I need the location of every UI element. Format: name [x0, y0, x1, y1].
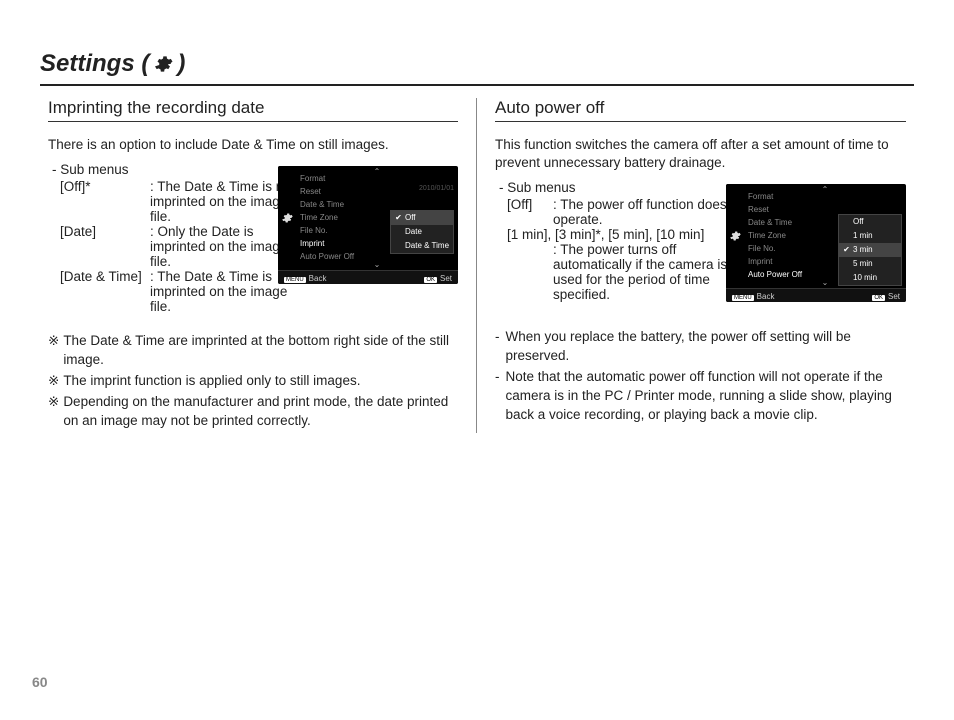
submenu-block-imprint: - Sub menus [Off]* : The Date & Time is …	[48, 162, 458, 314]
page-title-row: Settings ( )	[40, 50, 914, 86]
note-row: ※Depending on the manufacturer and print…	[48, 393, 458, 431]
note-row: ※The imprint function is applied only to…	[48, 372, 458, 391]
notes-list-right: -When you replace the battery, the power…	[495, 328, 906, 424]
def-term: [Off]	[507, 197, 553, 227]
lcd-option: Date & Time	[391, 239, 453, 253]
reference-mark-icon: ※	[48, 372, 59, 391]
ok-button-icon: OK	[872, 295, 885, 301]
lcd-screenshot-autopower: ⌃ Format Reset Date & Time Time Zone Fil…	[726, 184, 906, 302]
lcd-option: 5 min	[839, 257, 901, 271]
lcd-option: Off	[839, 215, 901, 229]
page-title-close: )	[177, 50, 185, 78]
section-heading-autopower: Auto power off	[495, 98, 906, 122]
lcd-option: 10 min	[839, 271, 901, 285]
intro-imprint: There is an option to include Date & Tim…	[48, 136, 458, 154]
check-icon: ✔	[842, 243, 851, 257]
column-right: Auto power off This function switches th…	[477, 98, 914, 433]
def-term: [Date]	[60, 224, 150, 269]
lcd-menu: ⌃ Format Reset Date & Time Time Zone Fil…	[744, 184, 906, 288]
gear-icon	[729, 230, 741, 242]
lcd-screenshot-imprint: ⌃ Format Reset Date & Time Time Zone Fil…	[278, 166, 458, 284]
note-row: -When you replace the battery, the power…	[495, 328, 906, 366]
lcd-popup-options: Off 1 min ✔3 min 5 min 10 min	[838, 214, 902, 286]
dash-icon: -	[495, 328, 500, 366]
lcd-bottom-bar: MENUBack OKSet	[278, 270, 458, 284]
def-term: [Date & Time]	[60, 269, 150, 314]
reference-mark-icon: ※	[48, 393, 59, 431]
chevron-down-icon: ⌄	[822, 278, 829, 287]
lcd-bottom-bar: MENUBack OKSet	[726, 288, 906, 302]
def-term: [Off]*	[60, 179, 150, 224]
dash-icon: -	[495, 368, 500, 425]
lcd-option: ✔3 min	[839, 243, 901, 257]
lcd-menu: ⌃ Format Reset Date & Time Time Zone Fil…	[296, 166, 458, 270]
page-title: Settings (	[40, 50, 149, 78]
intro-autopower: This function switches the camera off af…	[495, 136, 906, 172]
submenu-block-autopower: - Sub menus [Off] : The power off functi…	[495, 180, 906, 310]
check-icon: ✔	[394, 211, 403, 225]
ok-button-icon: OK	[424, 277, 437, 283]
chevron-up-icon: ⌃	[374, 167, 381, 176]
notes-list-left: ※The Date & Time are imprinted at the bo…	[48, 332, 458, 430]
section-heading-imprint: Imprinting the recording date	[48, 98, 458, 122]
lcd-popup-options: ✔Off Date Date & Time	[390, 210, 454, 254]
reference-mark-icon: ※	[48, 332, 59, 370]
gear-icon	[281, 212, 293, 224]
gear-icon	[153, 54, 173, 74]
page-number: 60	[32, 674, 48, 690]
column-left: Imprinting the recording date There is a…	[40, 98, 477, 433]
chevron-down-icon: ⌄	[374, 260, 381, 269]
lcd-option: ✔Off	[391, 211, 453, 225]
menu-button-icon: MENU	[284, 277, 306, 283]
note-row: ※The Date & Time are imprinted at the bo…	[48, 332, 458, 370]
lcd-option: Date	[391, 225, 453, 239]
lcd-option: 1 min	[839, 229, 901, 243]
note-row: -Note that the automatic power off funct…	[495, 368, 906, 425]
menu-button-icon: MENU	[732, 295, 754, 301]
lcd-date-value: 2010/01/01	[419, 185, 454, 192]
chevron-up-icon: ⌃	[822, 185, 829, 194]
